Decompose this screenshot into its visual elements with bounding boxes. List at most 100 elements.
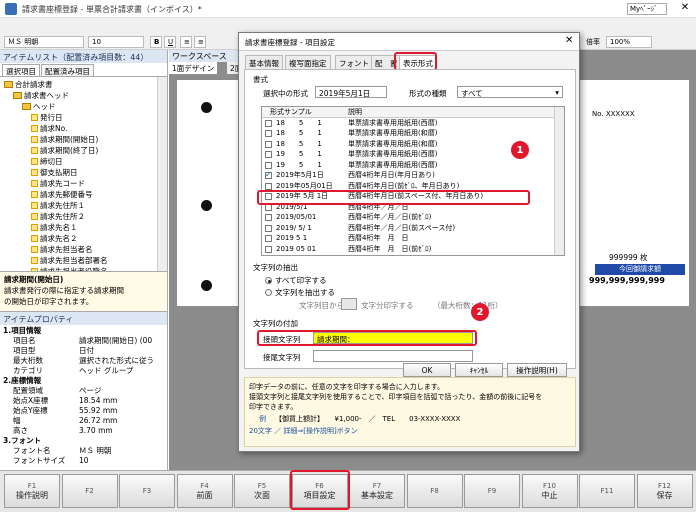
ok-button[interactable]: OK bbox=[403, 363, 451, 377]
fkey-f8[interactable]: F8 bbox=[406, 474, 463, 508]
property-row[interactable]: 始点X座標 18.54 mm bbox=[3, 396, 164, 406]
align-left-icon[interactable]: ≡ bbox=[180, 36, 192, 48]
fkey-f12[interactable]: F12 保存 bbox=[636, 474, 693, 508]
tab-copy-side[interactable]: 複写面指定 bbox=[285, 55, 331, 69]
property-key: 幅 bbox=[13, 416, 21, 425]
fkey-f5[interactable]: F5 次面 bbox=[234, 474, 290, 508]
suffix-input[interactable] bbox=[313, 350, 473, 362]
property-row[interactable]: 最大桁数 選択された形式に従う bbox=[3, 356, 164, 366]
extract-from-input[interactable] bbox=[341, 298, 357, 310]
item-icon bbox=[31, 136, 38, 143]
tree-item[interactable]: 請求先担当者部署名 bbox=[4, 255, 167, 266]
property-row[interactable]: 配置領域 ページ bbox=[3, 386, 164, 396]
size-select[interactable]: 10 bbox=[88, 36, 144, 48]
tree-scrollbar[interactable] bbox=[157, 77, 167, 271]
property-grid: 1.項目情報 項目名 請求期間(開始日) (00 項目型 日付 最大桁数 選択された形式に従… bbox=[0, 325, 167, 467]
tree-item[interactable]: 請求先住所１ bbox=[4, 200, 167, 211]
format-list-row[interactable]: 2019/05/01 西暦4桁年／月／日(前ｾﾞﾛ) bbox=[262, 212, 564, 223]
format-list-scrollbar[interactable] bbox=[554, 107, 564, 255]
mypage-label: Myﾍﾟｰｼﾞ bbox=[630, 5, 658, 13]
tree-item[interactable]: 御支払期日 bbox=[4, 167, 167, 178]
tree-item[interactable]: 請求期間(開始日) bbox=[4, 134, 167, 145]
zoom-select[interactable]: 100% bbox=[606, 36, 652, 48]
property-row[interactable]: カテゴリ ヘッド グループ bbox=[3, 366, 164, 376]
format-list-row[interactable]: 2019 5 1 西暦4桁年 月 日(前スペース付) bbox=[262, 254, 564, 255]
fkey-f2[interactable]: F2 bbox=[61, 474, 118, 508]
fkey-f11[interactable]: F11 bbox=[579, 474, 635, 508]
format-list-row[interactable]: 2019/ 5/ 1 西暦4桁年／月／日(前スペース付) bbox=[262, 223, 564, 234]
checkbox-icon[interactable] bbox=[265, 224, 272, 232]
property-row[interactable]: フォントサイズ 10 bbox=[3, 456, 164, 466]
font-select[interactable]: ＭＳ 明朝 bbox=[4, 36, 84, 48]
tab-selected-items[interactable]: 選択項目 bbox=[2, 64, 40, 76]
tree-item[interactable]: 請求期間(終了日) bbox=[4, 145, 167, 156]
tree-item[interactable]: 請求先担当者名 bbox=[4, 244, 167, 255]
checkbox-icon[interactable] bbox=[265, 245, 272, 253]
property-row[interactable]: フォント名 ＭＳ 明朝 bbox=[3, 446, 164, 456]
tab-basic-info[interactable]: 基本情報 bbox=[245, 55, 283, 69]
checkbox-icon[interactable] bbox=[265, 140, 272, 148]
fkey-f4[interactable]: F4 前面 bbox=[176, 474, 233, 508]
format-list-row[interactable]: 18 5 1 単票請求書専用用紙用(和暦) bbox=[262, 128, 564, 139]
checkbox-icon[interactable] bbox=[265, 119, 272, 127]
tab-font[interactable]: フォント bbox=[335, 55, 373, 69]
checkbox-icon[interactable] bbox=[265, 130, 272, 137]
tree-item-label: 御支払期日 bbox=[40, 168, 78, 177]
tree-item[interactable]: 発行日 bbox=[4, 112, 167, 123]
item-icon bbox=[31, 257, 38, 264]
fkey-f9[interactable]: F9 bbox=[464, 474, 520, 508]
property-row[interactable]: 項目型 日付 bbox=[3, 346, 164, 356]
format-kind-select[interactable]: すべて ▾ bbox=[457, 86, 563, 98]
align-center-icon[interactable]: ≡ bbox=[194, 36, 206, 48]
tree-item[interactable]: 請求先住所２ bbox=[4, 211, 167, 222]
description-box: 請求期間(開始日) 請求書発行の際に指定する請求期間 の開始日が印字されます。 bbox=[0, 272, 167, 312]
tab-placed-items[interactable]: 配置済み項目 bbox=[41, 64, 94, 76]
tree-item[interactable]: 請求先名２ bbox=[4, 233, 167, 244]
tree-item[interactable]: 請求先コード bbox=[4, 178, 167, 189]
close-icon[interactable]: ✕ bbox=[678, 2, 692, 16]
tree-item[interactable]: 請求書ヘッド bbox=[4, 90, 167, 101]
checkbox-icon[interactable] bbox=[265, 151, 272, 158]
tree-item[interactable]: ヘッド bbox=[4, 101, 167, 112]
bold-button[interactable]: B bbox=[150, 36, 162, 48]
mypage-button[interactable]: Myﾍﾟｰｼﾞ bbox=[627, 3, 667, 15]
workspace-tab[interactable]: ワークスペース bbox=[169, 50, 239, 62]
property-key: 始点X座標 bbox=[13, 396, 49, 405]
checkbox-icon[interactable] bbox=[265, 214, 272, 221]
radio-extract[interactable]: 文字列を抽出する bbox=[265, 287, 335, 298]
tree-item[interactable]: 締切日 bbox=[4, 156, 167, 167]
tree-item[interactable]: 請求先担当者役職名 bbox=[4, 266, 167, 271]
cancel-button[interactable]: ｷｬﾝｾﾙ bbox=[455, 363, 503, 377]
help-button[interactable]: 操作説明(H) bbox=[507, 363, 567, 377]
tree-item[interactable]: 請求No. bbox=[4, 123, 167, 134]
property-row[interactable]: 高さ 3.70 mm bbox=[3, 426, 164, 436]
fkey-f7[interactable]: F7 基本設定 bbox=[349, 474, 405, 508]
property-row[interactable]: 幅 26.72 mm bbox=[3, 416, 164, 426]
format-list-row[interactable]: 19 5 1 単票請求書専用用紙用(西暦) bbox=[262, 160, 564, 171]
format-list-row[interactable]: 2019 05 01 西暦4桁年 月 日(前ｾﾞﾛ) bbox=[262, 244, 564, 255]
checkbox-icon[interactable] bbox=[265, 182, 272, 190]
fkey-f3[interactable]: F3 bbox=[119, 474, 175, 508]
selected-format-field[interactable]: 2019年5月1日 bbox=[315, 86, 387, 98]
checkbox-checked-icon[interactable] bbox=[265, 170, 272, 181]
dialog-close-icon[interactable]: ✕ bbox=[565, 35, 573, 46]
workspace-subtab-1[interactable]: 1面デザイン bbox=[169, 62, 218, 74]
checkbox-icon[interactable] bbox=[265, 235, 272, 242]
tree-item[interactable]: 請求先名１ bbox=[4, 222, 167, 233]
info-link[interactable]: 20文字 ／ 詳細⇒[操作説明]ボタン bbox=[249, 426, 358, 436]
property-row[interactable]: 項目名 請求期間(開始日) (00 bbox=[3, 336, 164, 346]
folder-icon bbox=[4, 81, 13, 88]
radio-print-all[interactable]: すべて印字する bbox=[265, 275, 327, 286]
fkey-f1[interactable]: F1 操作説明 bbox=[4, 474, 60, 508]
property-value: 26.72 mm bbox=[79, 416, 118, 425]
format-list-row[interactable]: 2019 5 1 西暦4桁年 月 日 bbox=[262, 233, 564, 244]
format-list-row[interactable]: 2019年5月1日 西暦4桁年月日(年月日あり) bbox=[262, 170, 564, 181]
underline-button[interactable]: U bbox=[164, 36, 176, 48]
checkbox-icon[interactable] bbox=[265, 161, 272, 169]
format-list-row[interactable]: 18 5 1 単票請求書専用用紙用(西暦) bbox=[262, 118, 564, 129]
fkey-f10[interactable]: F10 中止 bbox=[521, 474, 578, 508]
prefix-input[interactable]: 請求期間： bbox=[313, 332, 473, 344]
tree-item[interactable]: 合計請求書 bbox=[4, 79, 167, 90]
property-row[interactable]: 始点Y座標 55.92 mm bbox=[3, 406, 164, 416]
tree-item[interactable]: 請求先郵便番号 bbox=[4, 189, 167, 200]
